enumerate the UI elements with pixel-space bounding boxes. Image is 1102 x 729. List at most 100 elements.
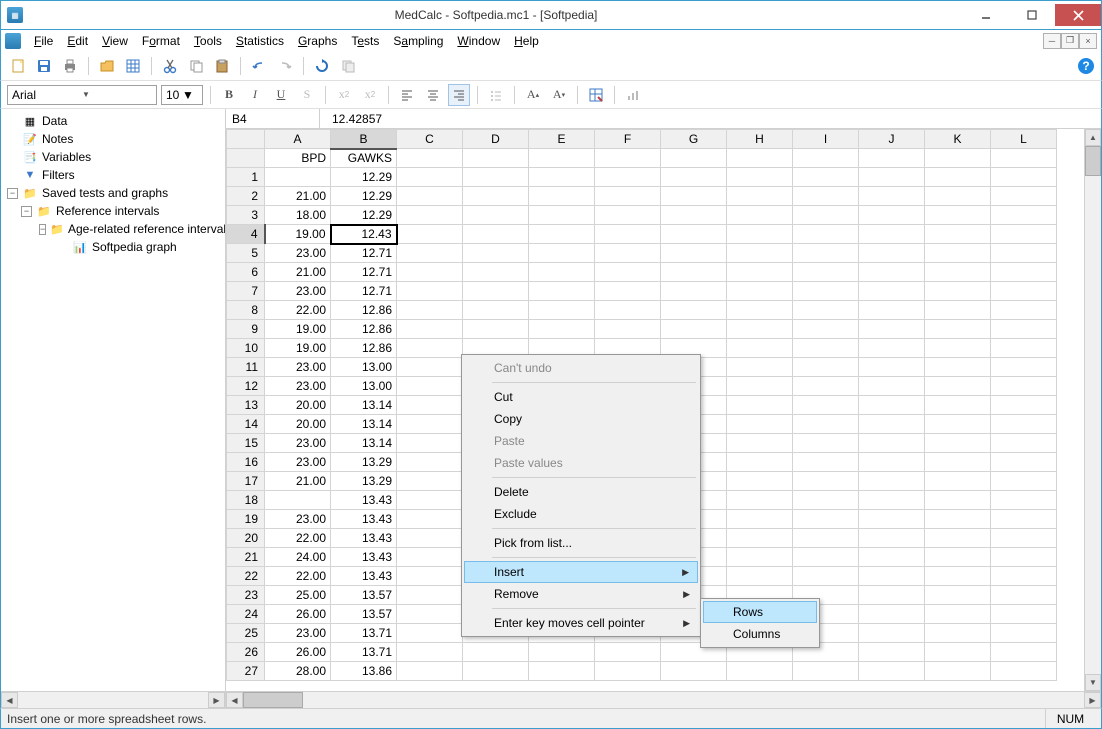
row-header-23[interactable]: 23 [227,586,265,605]
cell-L9[interactable] [991,320,1057,339]
row-header-blank[interactable] [227,149,265,168]
cell-G3[interactable] [661,206,727,225]
menu-tests[interactable]: Tests [344,32,386,50]
cell-K14[interactable] [925,415,991,434]
cell-J24[interactable] [859,605,925,624]
cell-L3[interactable] [991,206,1057,225]
cell-H13[interactable] [727,396,793,415]
cell-I3[interactable] [793,206,859,225]
export-button[interactable] [337,55,359,77]
cell-C14[interactable] [397,415,463,434]
cell-H17[interactable] [727,472,793,491]
cell-B12[interactable]: 13.00 [331,377,397,396]
contextmenu-copy[interactable]: Copy [464,408,698,430]
cell-D6[interactable] [463,263,529,282]
cell-K9[interactable] [925,320,991,339]
cell-A4[interactable]: 19.00 [265,225,331,244]
cell-A2[interactable]: 21.00 [265,187,331,206]
column-header-B[interactable]: B [331,130,397,149]
row-header-16[interactable]: 16 [227,453,265,472]
cell-K5[interactable] [925,244,991,263]
cell-J9[interactable] [859,320,925,339]
cell-I12[interactable] [793,377,859,396]
cell-I2[interactable] [793,187,859,206]
bullets-button[interactable] [485,84,507,106]
cell-header-G[interactable] [661,149,727,168]
cell-header-E[interactable] [529,149,595,168]
menu-file[interactable]: File [27,32,60,50]
cell-H15[interactable] [727,434,793,453]
cell-properties-button[interactable] [585,84,607,106]
cell-B14[interactable]: 13.14 [331,415,397,434]
align-center-button[interactable] [422,84,444,106]
cell-C6[interactable] [397,263,463,282]
cell-A3[interactable]: 18.00 [265,206,331,225]
window-maximize-button[interactable] [1009,4,1055,26]
row-header-11[interactable]: 11 [227,358,265,377]
cell-B11[interactable]: 13.00 [331,358,397,377]
cell-B1[interactable]: 12.29 [331,168,397,187]
cell-C13[interactable] [397,396,463,415]
column-header-J[interactable]: J [859,130,925,149]
cell-C27[interactable] [397,662,463,681]
cell-H10[interactable] [727,339,793,358]
cell-B8[interactable]: 12.86 [331,301,397,320]
cell-C21[interactable] [397,548,463,567]
cell-A5[interactable]: 23.00 [265,244,331,263]
row-header-12[interactable]: 12 [227,377,265,396]
column-header-A[interactable]: A [265,130,331,149]
cell-G2[interactable] [661,187,727,206]
cell-B9[interactable]: 12.86 [331,320,397,339]
cell-K24[interactable] [925,605,991,624]
cell-L6[interactable] [991,263,1057,282]
cell-A8[interactable]: 22.00 [265,301,331,320]
tree-node-reference-intervals[interactable]: −📁Reference intervals [3,202,223,220]
cell-I10[interactable] [793,339,859,358]
cell-J3[interactable] [859,206,925,225]
cell-E4[interactable] [529,225,595,244]
cell-K20[interactable] [925,529,991,548]
recalc-button[interactable] [311,55,333,77]
cell-I21[interactable] [793,548,859,567]
cell-J27[interactable] [859,662,925,681]
cell-G9[interactable] [661,320,727,339]
column-header-D[interactable]: D [463,130,529,149]
cell-D26[interactable] [463,643,529,662]
row-header-2[interactable]: 2 [227,187,265,206]
cell-K17[interactable] [925,472,991,491]
cell-L7[interactable] [991,282,1057,301]
cell-F9[interactable] [595,320,661,339]
contextmenu-delete[interactable]: Delete [464,481,698,503]
cell-L2[interactable] [991,187,1057,206]
cell-E1[interactable] [529,168,595,187]
font-name-combo[interactable]: Arial▼ [7,85,157,105]
cell-F26[interactable] [595,643,661,662]
cell-A26[interactable]: 26.00 [265,643,331,662]
cell-L8[interactable] [991,301,1057,320]
cell-L14[interactable] [991,415,1057,434]
cell-L19[interactable] [991,510,1057,529]
cell-C16[interactable] [397,453,463,472]
scroll-left-button[interactable]: ◀ [226,692,243,708]
cell-L17[interactable] [991,472,1057,491]
row-header-6[interactable]: 6 [227,263,265,282]
cell-E5[interactable] [529,244,595,263]
cell-I20[interactable] [793,529,859,548]
cell-I27[interactable] [793,662,859,681]
cell-A7[interactable]: 23.00 [265,282,331,301]
underline-button[interactable]: U [270,84,292,106]
cell-B15[interactable]: 13.14 [331,434,397,453]
cell-H16[interactable] [727,453,793,472]
cell-K6[interactable] [925,263,991,282]
cell-B19[interactable]: 13.43 [331,510,397,529]
cell-header-D[interactable] [463,149,529,168]
grid-corner[interactable] [227,130,265,149]
cell-K26[interactable] [925,643,991,662]
cell-L24[interactable] [991,605,1057,624]
scroll-thumb[interactable] [1085,146,1101,176]
cell-B10[interactable]: 12.86 [331,339,397,358]
cell-A17[interactable]: 21.00 [265,472,331,491]
cell-L13[interactable] [991,396,1057,415]
cell-H6[interactable] [727,263,793,282]
cell-L22[interactable] [991,567,1057,586]
